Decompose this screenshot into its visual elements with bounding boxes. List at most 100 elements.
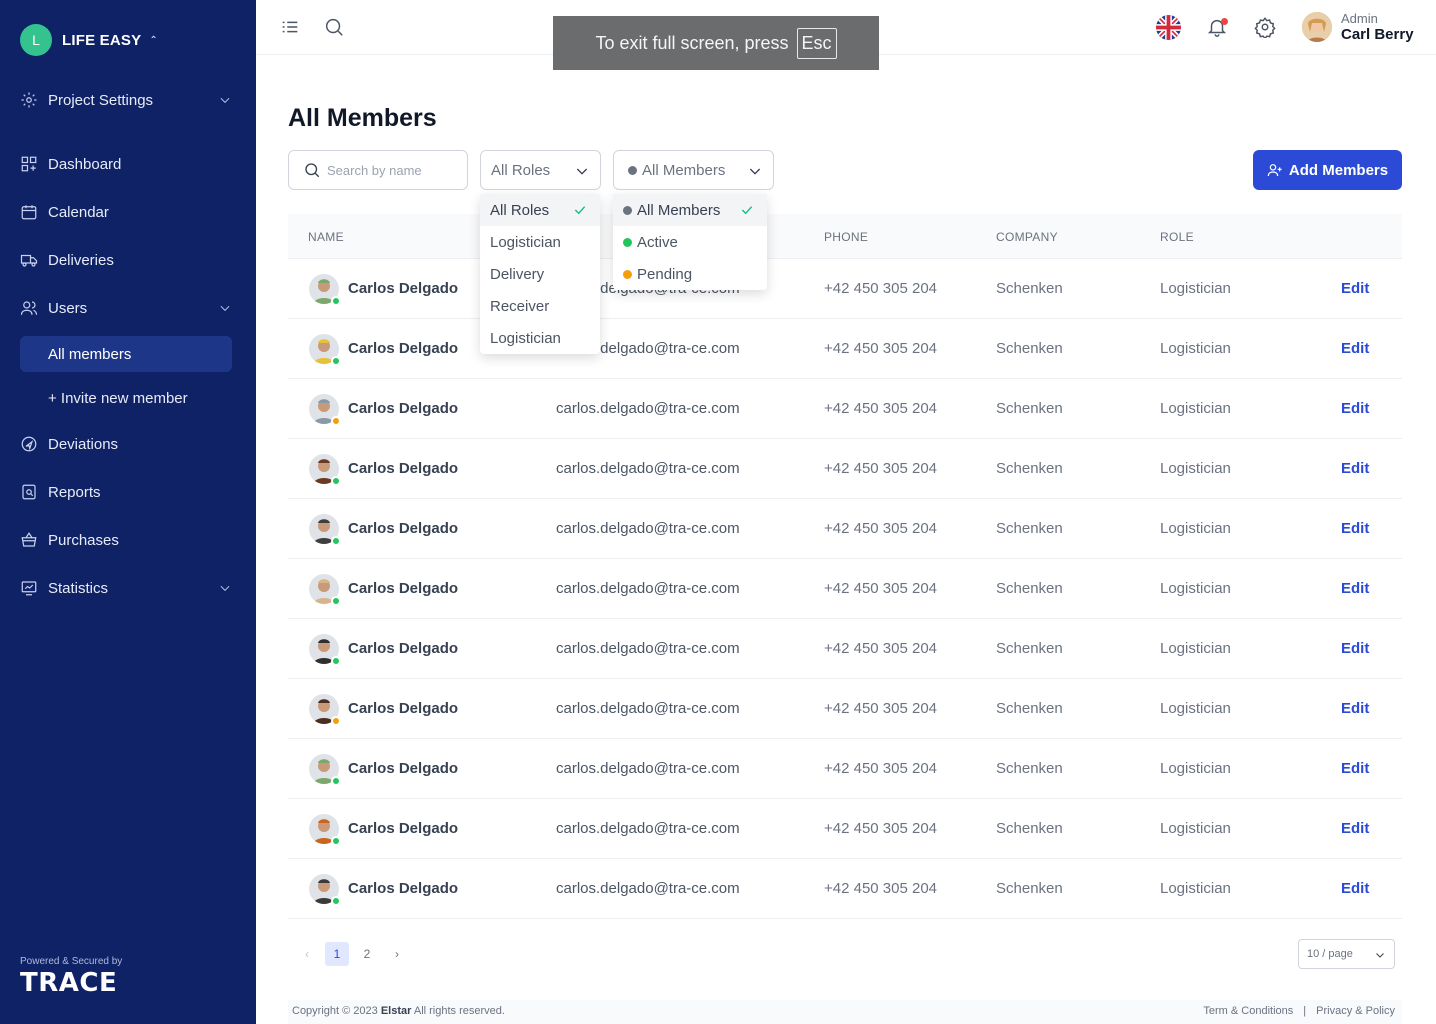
sidebar-item-dashboard[interactable]: Dashboard bbox=[20, 146, 234, 182]
roles-option[interactable]: All Roles bbox=[480, 194, 600, 226]
chevron-down-icon bbox=[218, 93, 232, 107]
sidebar-subitem-invite-member[interactable]: + Invite new member bbox=[20, 380, 232, 416]
search-icon[interactable] bbox=[323, 16, 345, 38]
dashboard-icon bbox=[20, 155, 38, 173]
sidebar-item-deliveries[interactable]: Deliveries bbox=[20, 242, 234, 278]
status-dot bbox=[331, 356, 341, 366]
user-name[interactable]: Carl Berry bbox=[1341, 26, 1414, 43]
members-option-label: Active bbox=[637, 233, 678, 251]
member-phone: +42 450 305 204 bbox=[824, 280, 938, 297]
edit-link[interactable]: Edit bbox=[1341, 460, 1369, 477]
brand-switcher[interactable]: L LIFE EASY ⌃ bbox=[20, 24, 158, 56]
chevron-down-icon bbox=[218, 581, 232, 595]
status-dot bbox=[331, 716, 341, 726]
member-role: Logistician bbox=[1160, 820, 1231, 837]
sidebar-item-label: Purchases bbox=[48, 531, 119, 549]
table-row: Carlos Delgadocarlos.delgado@tra-ce.com+… bbox=[288, 379, 1402, 439]
member-company: Schenken bbox=[996, 820, 1063, 837]
sidebar-item-project-settings[interactable]: Project Settings bbox=[20, 82, 234, 118]
pagination-page[interactable]: 1 bbox=[325, 942, 349, 966]
sidebar-item-users[interactable]: Users bbox=[20, 290, 234, 326]
roles-option-label: Logistician bbox=[490, 233, 561, 251]
roles-option[interactable]: Logistician bbox=[480, 322, 600, 354]
member-role: Logistician bbox=[1160, 880, 1231, 897]
terms-link[interactable]: Term & Conditions bbox=[1203, 1005, 1293, 1017]
table-row: Carlos Delgadocarlos.delgado@tra-ce.com+… bbox=[288, 319, 1402, 379]
roles-option[interactable]: Logistician bbox=[480, 226, 600, 258]
sidebar-subitem-all-members[interactable]: All members bbox=[20, 336, 232, 372]
status-dot bbox=[331, 476, 341, 486]
page-size-select[interactable]: 10 / page bbox=[1298, 939, 1395, 969]
member-name: Carlos Delgado bbox=[348, 520, 459, 537]
status-dot bbox=[331, 776, 341, 786]
member-name: Carlos Delgado bbox=[348, 880, 459, 897]
column-header-role[interactable]: ROLE bbox=[1160, 230, 1194, 244]
pagination-page[interactable]: 2 bbox=[355, 942, 379, 966]
sidebar-item-label: Deviations bbox=[48, 435, 119, 453]
member-name: Carlos Delgado bbox=[348, 340, 459, 357]
sidebar-item-deviations[interactable]: Deviations bbox=[20, 426, 234, 462]
sidebar-item-reports[interactable]: Reports bbox=[20, 474, 234, 510]
roles-option[interactable]: Delivery bbox=[480, 258, 600, 290]
pagination-prev[interactable]: ‹ bbox=[295, 942, 319, 966]
table-row: Carlos Delgadocarlos.delgado@tra-ce.com+… bbox=[288, 799, 1402, 859]
edit-link[interactable]: Edit bbox=[1341, 760, 1369, 777]
pagination-next[interactable]: › bbox=[385, 942, 409, 966]
page-size-value: 10 / page bbox=[1307, 948, 1353, 960]
sidebar-item-statistics[interactable]: Statistics bbox=[20, 570, 234, 606]
edit-link[interactable]: Edit bbox=[1341, 640, 1369, 657]
add-members-button[interactable]: Add Members bbox=[1253, 150, 1402, 190]
edit-link[interactable]: Edit bbox=[1341, 520, 1369, 537]
member-role: Logistician bbox=[1160, 580, 1231, 597]
gear-icon[interactable] bbox=[1254, 16, 1276, 40]
sidebar-item-calendar[interactable]: Calendar bbox=[20, 194, 234, 230]
search-icon bbox=[305, 163, 320, 178]
edit-link[interactable]: Edit bbox=[1341, 280, 1369, 297]
roles-option[interactable]: Receiver bbox=[480, 290, 600, 322]
privacy-link[interactable]: Privacy & Policy bbox=[1316, 1005, 1395, 1017]
column-header-company[interactable]: COMPANY bbox=[996, 230, 1058, 244]
menu-toggle-icon[interactable] bbox=[279, 16, 301, 38]
members-option[interactable]: Active bbox=[613, 226, 767, 258]
member-company: Schenken bbox=[996, 640, 1063, 657]
member-name: Carlos Delgado bbox=[348, 760, 459, 777]
edit-link[interactable]: Edit bbox=[1341, 580, 1369, 597]
copyright: Copyright © 2023 Elstar All rights reser… bbox=[292, 1005, 505, 1017]
powered-by-text: Powered & Secured by bbox=[20, 956, 123, 967]
table-row: Carlos Delgadocarlos.delgado@tra-ce.com+… bbox=[288, 439, 1402, 499]
members-option[interactable]: All Members bbox=[613, 194, 767, 226]
status-dot bbox=[331, 656, 341, 666]
member-phone: +42 450 305 204 bbox=[824, 820, 938, 837]
edit-link[interactable]: Edit bbox=[1341, 700, 1369, 717]
column-header-phone[interactable]: PHONE bbox=[824, 230, 868, 244]
trace-logo: TRACE bbox=[20, 968, 118, 998]
check-icon bbox=[739, 202, 755, 218]
edit-link[interactable]: Edit bbox=[1341, 400, 1369, 417]
members-option-label: All Members bbox=[637, 201, 721, 219]
member-email: carlos.delgado@tra-ce.com bbox=[556, 400, 740, 417]
member-phone: +42 450 305 204 bbox=[824, 700, 938, 717]
member-company: Schenken bbox=[996, 400, 1063, 417]
table-row: Carlos Delgadocarlos.delgado@tra-ce.com+… bbox=[288, 559, 1402, 619]
chevron-updown-icon: ⌃ bbox=[149, 34, 158, 46]
user-avatar[interactable] bbox=[1302, 12, 1332, 42]
member-phone: +42 450 305 204 bbox=[824, 520, 938, 537]
status-dot bbox=[331, 836, 341, 846]
search-input[interactable] bbox=[327, 162, 457, 178]
members-option[interactable]: Pending bbox=[613, 258, 767, 290]
edit-link[interactable]: Edit bbox=[1341, 820, 1369, 837]
members-filter[interactable]: All Members bbox=[613, 150, 774, 190]
add-user-icon bbox=[1267, 164, 1282, 177]
roles-filter[interactable]: All Roles bbox=[480, 150, 601, 190]
user-role: Admin bbox=[1341, 11, 1378, 26]
edit-link[interactable]: Edit bbox=[1341, 880, 1369, 897]
edit-link[interactable]: Edit bbox=[1341, 340, 1369, 357]
member-name: Carlos Delgado bbox=[348, 700, 459, 717]
report-icon bbox=[20, 483, 38, 501]
sidebar-item-label: Project Settings bbox=[48, 91, 154, 109]
sidebar-item-label: Dashboard bbox=[48, 155, 122, 173]
column-header-name[interactable]: NAME bbox=[308, 230, 344, 244]
search-box[interactable] bbox=[288, 150, 468, 190]
uk-flag-icon[interactable] bbox=[1156, 15, 1181, 40]
sidebar-item-purchases[interactable]: Purchases bbox=[20, 522, 234, 558]
